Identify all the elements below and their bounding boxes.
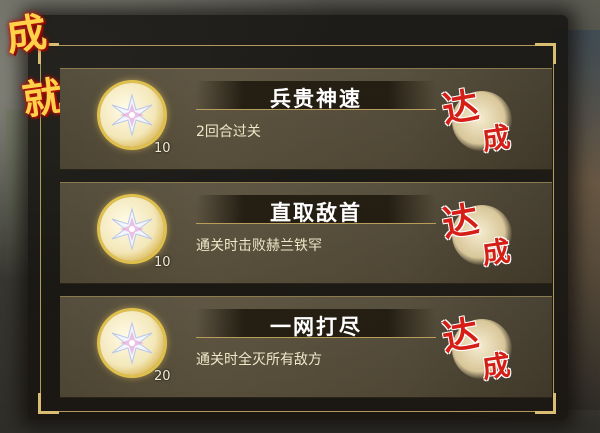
reward-medal[interactable] [100,311,164,375]
frame-corner [535,43,556,64]
achievement-name: 直取敌首 [270,200,362,225]
achievement-row[interactable]: 20 一网打尽 通关时全灭所有敌方 达 成 [60,296,552,398]
achievement-row[interactable]: 10 兵贵神速 2回合过关 达 成 [60,68,552,170]
stamp-char: 成 [480,234,513,271]
achievement-name: 兵贵神速 [270,86,362,111]
reward-count: 10 [154,141,171,156]
reward-medal[interactable] [100,83,164,147]
achievement-description: 2回合过关 [196,124,261,140]
stamp-char: 达 [439,198,482,246]
title-char: 就 [19,72,66,125]
crystal-star-icon [111,321,153,365]
reward-medal[interactable] [100,197,164,261]
stamp-char: 成 [480,120,513,157]
completed-stamp-icon: 达 成 [439,307,522,387]
achievement-row[interactable]: 10 直取敌首 通关时击败赫兰铁罕 达 成 [60,182,552,284]
crystal-star-icon [111,207,153,251]
reward-count: 10 [154,255,171,270]
achievement-description: 通关时击败赫兰铁罕 [196,238,322,254]
achievement-name-bar: 兵贵神速 [196,81,436,111]
completed-stamp-icon: 达 成 [439,193,522,273]
achievement-description: 通关时全灭所有敌方 [196,352,322,368]
achievement-name: 一网打尽 [270,314,362,339]
frame-corner [38,393,59,414]
stamp-char: 达 [439,312,482,360]
stamp-char: 成 [480,348,513,385]
achievement-name-bar: 一网打尽 [196,309,436,339]
crystal-star-icon [111,93,153,137]
achievement-name-bar: 直取敌首 [196,195,436,225]
title-char: 成 [3,8,50,61]
stamp-char: 达 [439,84,482,132]
reward-count: 20 [154,369,171,384]
completed-stamp-icon: 达 成 [439,79,522,159]
